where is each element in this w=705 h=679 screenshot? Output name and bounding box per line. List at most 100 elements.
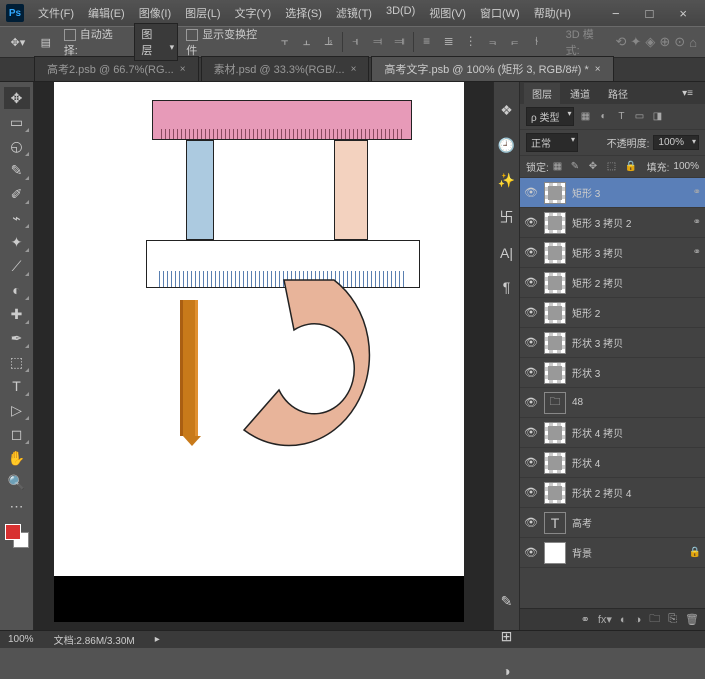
layer-name[interactable]: 矩形 2 拷贝 — [572, 275, 695, 290]
shape-tool[interactable]: ◻ — [4, 423, 30, 445]
layer-name[interactable]: 背景 — [572, 545, 683, 560]
distribute-6-icon[interactable]: ⫮ — [528, 32, 546, 50]
layer-name[interactable]: 高考 — [572, 515, 695, 530]
distribute-4-icon[interactable]: ⫬ — [484, 32, 502, 50]
layer-row[interactable]: 👁矩形 3 拷贝⚭ — [520, 238, 705, 268]
visibility-icon[interactable]: 👁 — [524, 246, 538, 259]
layer-name[interactable]: 矩形 2 — [572, 305, 695, 320]
filter-pixel-icon[interactable]: ▦ — [578, 110, 592, 124]
close-tab-icon[interactable]: × — [351, 64, 357, 75]
menu-type[interactable]: 文字(Y) — [229, 3, 278, 23]
menu-file[interactable]: 文件(F) — [32, 3, 80, 23]
align-hcenter-icon[interactable]: ⫤ — [369, 32, 387, 50]
distribute-5-icon[interactable]: ⫭ — [506, 32, 524, 50]
layer-row[interactable]: 👁 矩形 2 — [520, 298, 705, 328]
panel-list-icon[interactable]: ▤ — [36, 32, 56, 52]
layer-row[interactable]: 👁矩形 3⚭ — [520, 178, 705, 208]
filter-smart-icon[interactable]: ◨ — [650, 110, 664, 124]
layer-row[interactable]: 👁T高考 — [520, 508, 705, 538]
group-icon[interactable]: 🗀 — [649, 610, 660, 629]
path-tool[interactable]: ▷ — [4, 399, 30, 421]
type-tool[interactable]: T — [4, 375, 30, 397]
3d-icon-3[interactable]: ◈ — [645, 34, 655, 50]
3d-icon-4[interactable]: ⊕ — [659, 34, 670, 50]
color-panel-icon[interactable]: ❖ — [500, 102, 513, 119]
link-layers-icon[interactable]: ⚭ — [581, 613, 590, 626]
maximize-button[interactable]: □ — [638, 4, 662, 23]
lock-all-icon[interactable]: 🔒 — [625, 161, 639, 172]
align-vcenter-icon[interactable]: ⫠ — [298, 32, 316, 50]
visibility-icon[interactable]: 👁 — [524, 306, 538, 319]
zoom-level[interactable]: 100% — [8, 634, 34, 645]
canvas-area[interactable] — [34, 82, 493, 630]
delete-layer-icon[interactable]: 🗑 — [685, 613, 699, 626]
visibility-icon[interactable]: 👁 — [524, 336, 538, 349]
menu-edit[interactable]: 编辑(E) — [82, 3, 131, 23]
healing-tool[interactable]: ✦ — [4, 231, 30, 253]
fill-dropdown[interactable]: 100% — [673, 161, 699, 172]
blend-mode-dropdown[interactable]: 正常 — [526, 133, 578, 152]
more-tools[interactable]: ⋯ — [4, 495, 30, 517]
minimize-button[interactable]: − — [604, 4, 628, 23]
layer-name[interactable]: 48 — [572, 397, 695, 408]
eraser-tool[interactable]: ✒ — [4, 327, 30, 349]
layer-row[interactable]: 👁🗀48 — [520, 388, 705, 418]
layer-name[interactable]: 形状 4 拷贝 — [572, 425, 695, 440]
filter-shape-icon[interactable]: ▭ — [632, 110, 646, 124]
close-button[interactable]: × — [671, 4, 695, 23]
layer-name[interactable]: 矩形 3 — [572, 185, 687, 200]
tab-channels[interactable]: 通道 — [562, 83, 598, 104]
3d-icon-6[interactable]: ⌂ — [689, 35, 697, 50]
menu-layer[interactable]: 图层(L) — [179, 3, 226, 23]
lasso-tool[interactable]: ◵ — [4, 135, 30, 157]
tab-layers[interactable]: 图层 — [524, 83, 560, 104]
hand-tool[interactable]: ✋ — [4, 447, 30, 469]
layer-row[interactable]: 👁矩形 2 拷贝 — [520, 268, 705, 298]
align-right-icon[interactable]: ⫥ — [391, 32, 409, 50]
show-transform-checkbox[interactable] — [186, 29, 198, 41]
brush-panel-icon[interactable]: ⊞ — [501, 628, 513, 645]
3d-icon-2[interactable]: ✦ — [630, 34, 641, 50]
layer-row[interactable]: 👁 形状 3 拷贝 — [520, 328, 705, 358]
lock-position-icon[interactable]: ✥ — [589, 161, 603, 172]
layer-row[interactable]: 👁矩形 3 拷贝 2⚭ — [520, 208, 705, 238]
brush-preset-icon[interactable]: ✎ — [501, 593, 513, 610]
menu-image[interactable]: 图像(I) — [133, 3, 177, 23]
menu-select[interactable]: 选择(S) — [279, 3, 328, 23]
menu-window[interactable]: 窗口(W) — [474, 3, 526, 23]
align-top-icon[interactable]: ⫟ — [276, 32, 294, 50]
swatches-panel-icon[interactable]: 卐 — [500, 207, 514, 227]
brush-tool[interactable]: ⟋ — [4, 255, 30, 277]
crop-tool[interactable]: ✐ — [4, 183, 30, 205]
layer-row[interactable]: 👁 形状 4 — [520, 448, 705, 478]
history-panel-icon[interactable]: 🕘 — [498, 137, 515, 154]
menu-view[interactable]: 视图(V) — [423, 3, 472, 23]
distribute-3-icon[interactable]: ⋮ — [462, 32, 480, 50]
panel-menu-icon[interactable]: ▾≡ — [674, 85, 701, 102]
magic-wand-tool[interactable]: ✎ — [4, 159, 30, 181]
tab-doc-2[interactable]: 素材.psd @ 33.3%(RGB/...× — [201, 56, 370, 81]
3d-icon-5[interactable]: ⊙ — [674, 34, 685, 50]
layer-name[interactable]: 形状 3 拷贝 — [572, 335, 695, 350]
foreground-color[interactable] — [5, 524, 21, 540]
visibility-icon[interactable]: 👁 — [524, 366, 538, 379]
align-bottom-icon[interactable]: ⫡ — [320, 32, 338, 50]
visibility-icon[interactable]: 👁 — [524, 456, 538, 469]
layer-name[interactable]: 形状 4 — [572, 455, 695, 470]
visibility-icon[interactable]: 👁 — [524, 516, 538, 529]
adjustments-panel-icon[interactable]: ✨ — [498, 172, 515, 189]
layer-name[interactable]: 矩形 3 拷贝 2 — [572, 215, 687, 230]
eyedropper-tool[interactable]: ⌁ — [4, 207, 30, 229]
adjustment-icon[interactable]: ◑ — [635, 614, 642, 626]
fx-icon[interactable]: fx▾ — [598, 613, 612, 626]
filter-text-icon[interactable]: T — [614, 110, 628, 124]
opacity-dropdown[interactable]: 100% — [653, 135, 699, 150]
layer-name[interactable]: 形状 3 — [572, 365, 695, 380]
auto-select-dropdown[interactable]: 图层 — [134, 23, 178, 61]
filter-adjust-icon[interactable]: ◐ — [596, 110, 610, 124]
new-layer-icon[interactable]: ⎘ — [668, 613, 677, 626]
close-tab-icon[interactable]: × — [595, 64, 601, 75]
visibility-icon[interactable]: 👁 — [524, 396, 538, 409]
visibility-icon[interactable]: 👁 — [524, 546, 538, 559]
menu-3d[interactable]: 3D(D) — [380, 3, 421, 23]
